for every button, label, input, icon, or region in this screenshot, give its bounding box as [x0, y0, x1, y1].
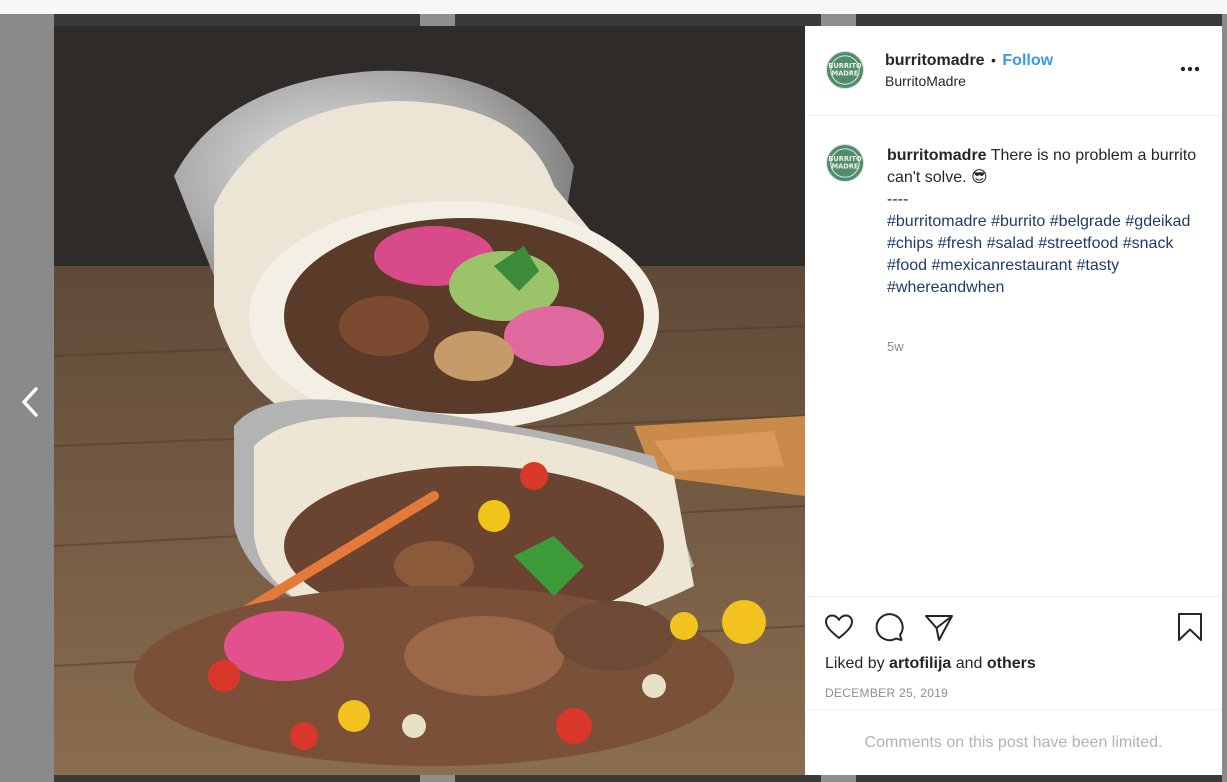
post-caption: burritomadre There is no problem a burri…	[887, 145, 1202, 299]
likes-summary: Liked by artofilija and others	[825, 655, 1036, 673]
header-username[interactable]: burritomadre	[885, 52, 985, 69]
follow-button[interactable]: Follow	[1002, 52, 1053, 69]
svg-text:MADRE: MADRE	[832, 70, 859, 78]
hashtag-link[interactable]: #belgrade	[1050, 213, 1121, 230]
hashtag-link[interactable]: #mexicanrestaurant	[932, 257, 1073, 274]
liked-by-user[interactable]: artofilija	[889, 655, 951, 672]
share-icon[interactable]	[923, 611, 955, 643]
bookmark-icon[interactable]	[1174, 611, 1206, 643]
hashtag-link[interactable]: #streetfood	[1038, 235, 1118, 252]
caption-hashtags: #burritomadre #burrito #belgrade #gdeika…	[887, 211, 1202, 299]
liked-by-and: and	[955, 655, 983, 672]
post-date[interactable]: DECEMBER 25, 2019	[825, 686, 948, 700]
header-title-line: burritomadre • Follow	[885, 52, 1053, 70]
browser-top-strip	[0, 0, 1227, 14]
hashtag-link[interactable]: #gdeikad	[1125, 213, 1190, 230]
hashtag-link[interactable]: #fresh	[938, 235, 982, 252]
avatar[interactable]: BURRITO MADRE	[826, 51, 864, 89]
caption-divider: ----	[887, 191, 909, 208]
header-separator: •	[991, 52, 996, 68]
post-panel: BURRITO MADRE burritomadre • Follow Burr…	[805, 26, 1222, 775]
avatar-logo: BURRITO MADRE	[827, 52, 863, 88]
hashtag-link[interactable]: #snack	[1123, 235, 1174, 252]
comments-limited-notice: Comments on this post have been limited.	[805, 709, 1222, 777]
hashtag-link[interactable]: #chips	[887, 235, 933, 252]
hashtag-link[interactable]: #food	[887, 257, 927, 274]
liked-by-others[interactable]: others	[987, 655, 1036, 672]
more-options-icon[interactable]	[1179, 62, 1201, 76]
post-age[interactable]: 5w	[887, 339, 904, 354]
hashtag-link[interactable]: #burritomadre	[887, 213, 987, 230]
hashtag-link[interactable]: #tasty	[1076, 257, 1119, 274]
caption-emoji: 😎	[971, 169, 988, 186]
burrito-photo	[54, 26, 805, 775]
heart-icon[interactable]	[823, 611, 855, 643]
avatar-logo: BURRITO MADRE	[827, 145, 863, 181]
hashtag-link[interactable]: #salad	[987, 235, 1034, 252]
hashtag-link[interactable]: #burrito	[991, 213, 1045, 230]
svg-text:MADRE: MADRE	[832, 163, 859, 171]
background-grid-tile	[54, 14, 420, 26]
post-header: BURRITO MADRE burritomadre • Follow Burr…	[805, 26, 1222, 116]
post-image[interactable]	[54, 26, 805, 775]
background-grid-tile	[455, 775, 821, 782]
comment-icon[interactable]	[873, 611, 905, 643]
header-subtitle[interactable]: BurritoMadre	[885, 73, 966, 89]
hashtag-link[interactable]: #whereandwhen	[887, 279, 1004, 296]
caption-username[interactable]: burritomadre	[887, 147, 987, 164]
post-actions: Liked by artofilija and others DECEMBER …	[805, 596, 1222, 776]
chevron-left-icon[interactable]	[17, 384, 45, 420]
background-grid-tile	[856, 14, 1222, 26]
background-grid-tile	[455, 14, 821, 26]
liked-by-prefix: Liked by	[825, 655, 885, 672]
background-grid-tile	[54, 775, 420, 782]
modal-backdrop-right[interactable]	[1222, 14, 1227, 782]
caption-avatar[interactable]: BURRITO MADRE	[826, 144, 864, 182]
